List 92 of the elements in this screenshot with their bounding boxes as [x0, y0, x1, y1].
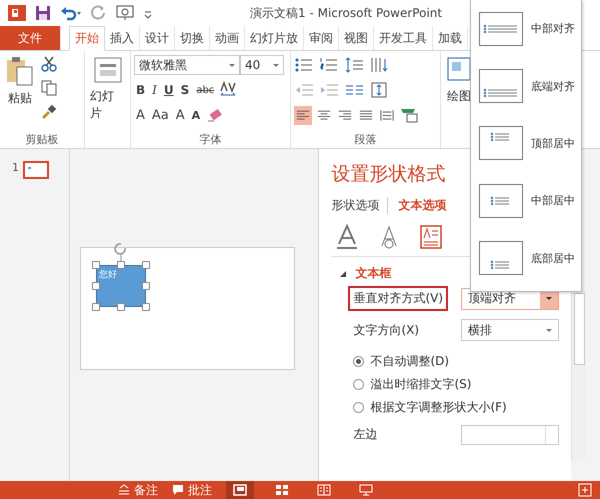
menu-item[interactable]: 底端对齐: [479, 65, 581, 108]
notes-icon: [118, 484, 130, 496]
drawing-button[interactable]: 绘图: [444, 54, 474, 132]
text-position-icon: [479, 126, 523, 160]
align-button[interactable]: [294, 106, 312, 124]
window-title: 演示文稿1 - Microsoft PowerPoint: [250, 4, 442, 22]
font-size-field[interactable]: 40: [240, 55, 284, 75]
resize-handle[interactable]: [142, 303, 150, 311]
notes-button[interactable]: 备注: [118, 482, 158, 498]
resize-handle[interactable]: [92, 261, 100, 269]
group-label: 字体: [198, 132, 222, 148]
section-title[interactable]: 文本框: [355, 265, 392, 282]
font-color-button[interactable]: A: [134, 108, 147, 122]
menu-item[interactable]: 中部对齐: [479, 8, 581, 50]
redo-icon[interactable]: [91, 5, 107, 21]
ribbon-tab[interactable]: 设计: [140, 26, 175, 50]
pane-tab[interactable]: 形状选项: [331, 197, 388, 214]
ribbon-tab[interactable]: 加载: [433, 26, 468, 50]
format-button[interactable]: U: [162, 83, 176, 97]
resize-handle[interactable]: [92, 303, 100, 311]
resize-handle[interactable]: [92, 282, 100, 290]
ribbon-tab[interactable]: 文件: [0, 26, 61, 50]
ribbon-tab[interactable]: 动画: [210, 26, 245, 50]
align-lines-icon: [296, 108, 310, 122]
format-button[interactable]: S: [178, 83, 192, 97]
font-family-field[interactable]: 微软雅黑: [134, 55, 240, 75]
new-slide-button[interactable]: 幻灯片: [88, 54, 127, 132]
autofit-radio[interactable]: 溢出时缩排文字(S): [353, 376, 572, 393]
save-icon[interactable]: [35, 5, 51, 21]
format-button[interactable]: I: [150, 83, 159, 97]
paste-button[interactable]: 粘贴: [3, 54, 37, 132]
pane-icon-tab[interactable]: [419, 224, 444, 250]
resize-handle[interactable]: [142, 261, 150, 269]
presentation-icon[interactable]: [116, 5, 134, 21]
grid-view-icon: [275, 484, 289, 496]
fit-slide-icon[interactable]: [578, 483, 592, 497]
undo-icon[interactable]: [60, 5, 82, 21]
pane-icon-tab[interactable]: [335, 224, 360, 250]
field-label: 垂直对齐方式(V): [348, 286, 448, 311]
text-position-icon: [479, 69, 523, 104]
align-lines-icon: [359, 108, 373, 122]
reading-view-icon: [317, 484, 331, 496]
comment-icon: [172, 484, 184, 496]
resize-handle[interactable]: [116, 303, 125, 311]
change-case-button[interactable]: Aa: [150, 108, 171, 122]
ribbon-tab[interactable]: 审阅: [304, 26, 339, 50]
copy-icon[interactable]: [41, 80, 57, 96]
shrink-font-button[interactable]: A: [190, 108, 202, 122]
ribbon-tab[interactable]: 幻灯片放: [245, 26, 304, 50]
text-position-icon: [479, 184, 523, 218]
menu-item[interactable]: 中部居中: [479, 180, 581, 222]
format-button[interactable]: abc: [194, 84, 216, 96]
format-button[interactable]: B: [134, 83, 148, 97]
autofit-radio[interactable]: 不自动调整(D): [353, 353, 572, 370]
group-label: 段落: [354, 132, 378, 148]
align-lines-icon: [380, 108, 394, 122]
field-label: 文字方向(X): [353, 322, 420, 338]
ribbon-tab[interactable]: 开始: [69, 26, 105, 51]
pane-title: 设置形状格式: [331, 162, 446, 187]
ribbon-tab[interactable]: 插入: [105, 26, 140, 50]
autofit-radio[interactable]: 根据文字调整形状大小(F): [353, 399, 572, 416]
group-label: 剪贴板: [24, 132, 60, 148]
clipboard-icon: [5, 56, 35, 86]
app-logo-icon: [8, 5, 26, 21]
eraser-icon[interactable]: [205, 106, 224, 124]
text-position-icon: [479, 12, 523, 46]
comments-button[interactable]: 批注: [172, 482, 212, 498]
grow-font-button[interactable]: A: [174, 108, 187, 122]
pane-tab[interactable]: 文本选项: [398, 197, 454, 214]
slideshow-icon: [359, 484, 373, 496]
collapse-arrow-icon[interactable]: [339, 270, 348, 278]
menu-item[interactable]: 底部居中: [479, 237, 581, 280]
slide-layout-icon: [92, 56, 122, 84]
rotate-handle-icon[interactable]: [112, 242, 129, 264]
slide-number: 1: [12, 161, 19, 174]
ribbon-tab[interactable]: 切换: [175, 26, 210, 50]
resize-handle[interactable]: [116, 261, 125, 269]
align-lines-icon: [338, 108, 352, 122]
menu-item[interactable]: 顶部居中: [479, 122, 581, 164]
line-spacing-icon[interactable]: [344, 56, 366, 74]
ribbon-tab[interactable]: 开发工具: [374, 26, 433, 50]
align-lines-icon: [317, 108, 331, 122]
brush-icon[interactable]: [41, 104, 57, 120]
normal-view-icon: [233, 484, 247, 496]
text-position-icon: [479, 241, 523, 276]
ribbon-tab[interactable]: 视图: [339, 26, 374, 50]
field-label: 左边: [353, 426, 378, 443]
left-margin-field[interactable]: [461, 424, 560, 444]
scissors-icon[interactable]: [41, 56, 57, 72]
view-button[interactable]: [226, 481, 254, 499]
slide-thumbnail[interactable]: [23, 161, 49, 179]
text-direction-dropdown[interactable]: 横排: [461, 319, 560, 341]
